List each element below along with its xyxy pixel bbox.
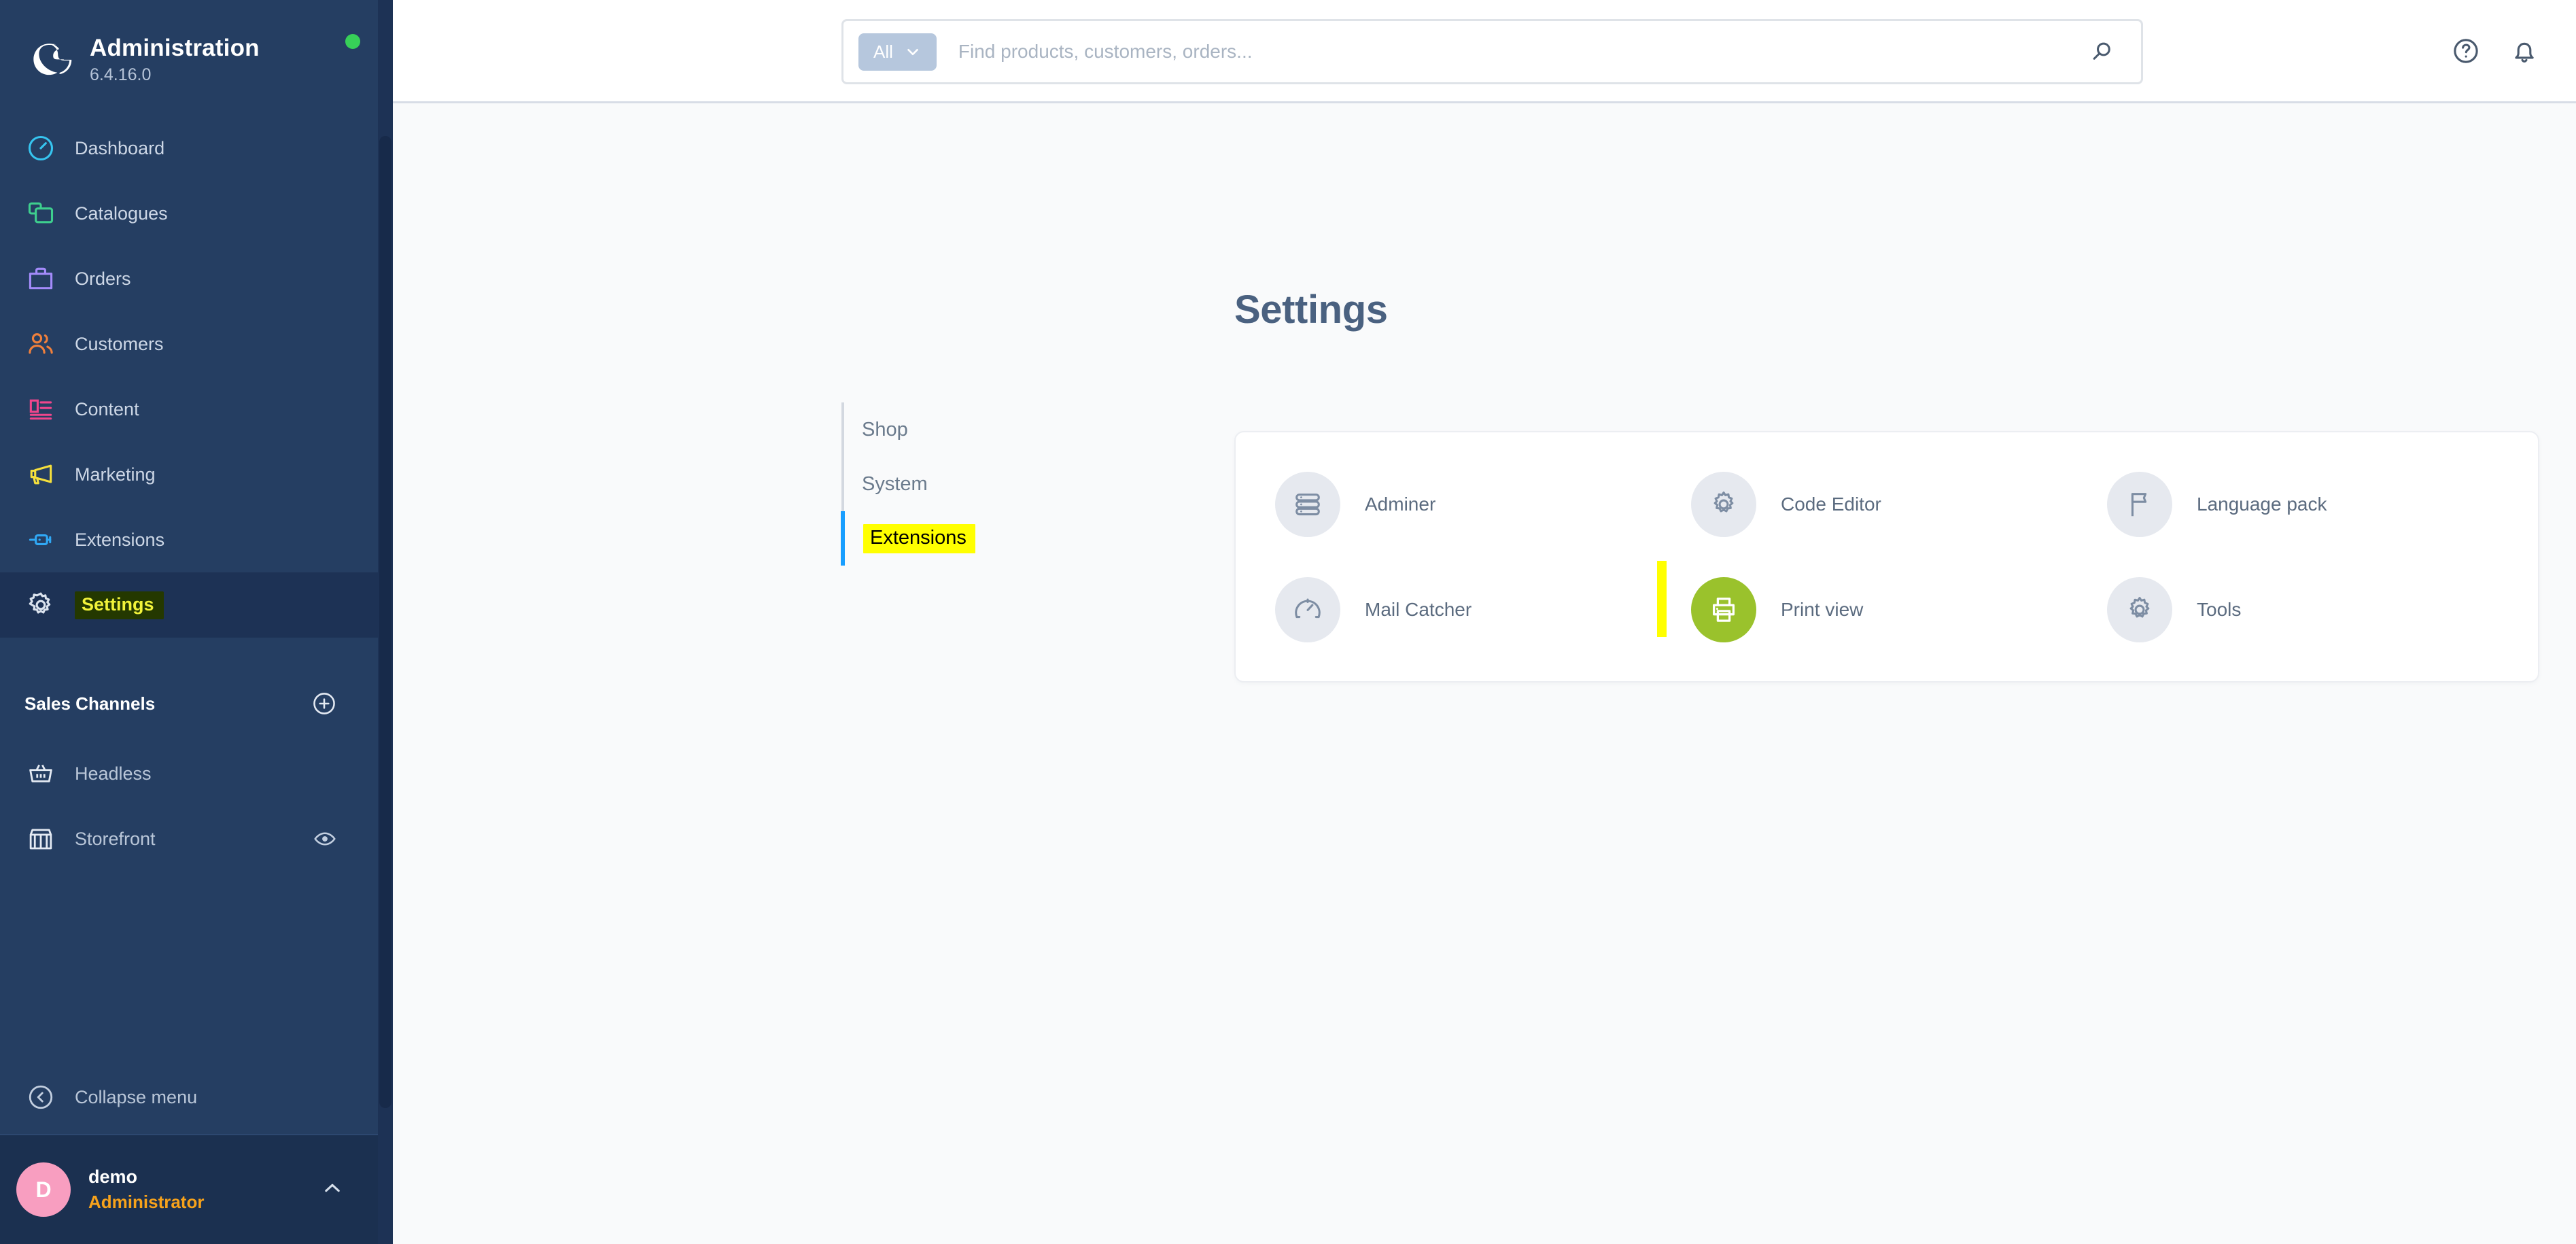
page-title: Settings bbox=[1234, 288, 1388, 332]
catalogues-layers-icon bbox=[24, 197, 57, 230]
tab-label: System bbox=[862, 472, 928, 495]
flag-icon bbox=[2107, 471, 2172, 537]
gauge-icon bbox=[1275, 576, 1340, 642]
green-status-dot bbox=[345, 34, 360, 49]
settings-tabs: Shop System Extensions bbox=[841, 402, 1154, 566]
sidebar-item-settings[interactable]: Settings bbox=[0, 572, 393, 638]
module-mail-catcher[interactable]: Mail Catcher bbox=[1263, 557, 1679, 662]
gear-icon bbox=[1691, 471, 1756, 537]
sidebar-scrollbar-track[interactable] bbox=[378, 0, 393, 1244]
orders-bag-icon bbox=[24, 262, 57, 295]
plus-circle-icon[interactable] bbox=[311, 691, 337, 716]
search-scope-selector[interactable]: All bbox=[858, 33, 937, 71]
topbar: All bbox=[393, 0, 2576, 103]
sidebar-main-nav: Dashboard Catalogues Orders Customers Co… bbox=[0, 116, 393, 638]
sidebar-brand-version: 6.4.16.0 bbox=[90, 65, 152, 84]
search-icon[interactable] bbox=[2073, 39, 2131, 65]
database-stack-icon bbox=[1275, 471, 1340, 537]
module-code-editor[interactable]: Code Editor bbox=[1679, 451, 2095, 557]
module-label: Print view bbox=[1781, 598, 1864, 620]
main-area: All Find products, customers, orders... … bbox=[393, 0, 2576, 1244]
printer-icon bbox=[1691, 576, 1756, 642]
sidebar-item-label: Marketing bbox=[75, 464, 156, 485]
help-icon[interactable] bbox=[2451, 36, 2481, 66]
sidebar-item-content[interactable]: Content bbox=[0, 377, 393, 442]
sidebar-brand[interactable]: Administration 6.4.16.0 bbox=[0, 0, 393, 95]
sales-channels-header: Sales Channels bbox=[0, 666, 393, 741]
sidebar-item-marketing[interactable]: Marketing bbox=[0, 442, 393, 507]
module-label: Adminer bbox=[1365, 493, 1436, 515]
topbar-actions bbox=[2451, 36, 2539, 66]
sidebar-item-label: Settings bbox=[75, 591, 164, 619]
collapse-menu-button[interactable]: Collapse menu bbox=[0, 1060, 393, 1135]
sidebar: Administration 6.4.16.0 /* style hook fo… bbox=[0, 0, 393, 1244]
settings-gear-icon bbox=[24, 589, 57, 621]
sidebar-item-catalogues[interactable]: Catalogues bbox=[0, 181, 393, 246]
content-list-icon bbox=[24, 393, 57, 426]
sidebar-channel-storefront[interactable]: Storefront bbox=[0, 806, 393, 871]
tab-extensions[interactable]: Extensions bbox=[841, 511, 1154, 566]
sidebar-item-dashboard[interactable]: Dashboard bbox=[0, 116, 393, 181]
collapse-left-circle-icon bbox=[24, 1081, 57, 1113]
tab-label: Extensions bbox=[863, 523, 975, 553]
sidebar-channel-label: Headless bbox=[75, 763, 152, 784]
extensions-plug-icon bbox=[24, 523, 57, 556]
sidebar-scrollbar-thumb[interactable] bbox=[379, 136, 391, 1108]
module-language-pack[interactable]: Language pack bbox=[2095, 451, 2511, 557]
module-tools[interactable]: Tools bbox=[2095, 557, 2511, 662]
sidebar-item-customers[interactable]: Customers bbox=[0, 311, 393, 377]
sidebar-item-label: Customers bbox=[75, 333, 164, 354]
user-role: Administrator bbox=[88, 1192, 205, 1212]
module-label: Language pack bbox=[2197, 493, 2327, 515]
tab-system[interactable]: System bbox=[844, 457, 1154, 511]
global-search: All bbox=[841, 19, 2143, 84]
modules-grid: Adminer Code Editor Language pack Mail C… bbox=[1236, 432, 2538, 681]
chevron-down-icon bbox=[907, 48, 918, 56]
storefront-icon bbox=[24, 823, 57, 855]
highlight-marker bbox=[1657, 561, 1667, 637]
sales-channels-heading: Sales Channels bbox=[24, 693, 156, 714]
admin-app: Administration 6.4.16.0 /* style hook fo… bbox=[0, 0, 2576, 1244]
marketing-megaphone-icon bbox=[24, 458, 57, 491]
module-label: Tools bbox=[2197, 598, 2242, 620]
customers-people-icon bbox=[24, 328, 57, 360]
sidebar-item-label: Dashboard bbox=[75, 137, 165, 158]
dashboard-gauge-icon bbox=[24, 132, 57, 165]
sidebar-item-label: Orders bbox=[75, 268, 131, 289]
module-label: Mail Catcher bbox=[1365, 598, 1472, 620]
avatar: D bbox=[16, 1162, 71, 1217]
sidebar-item-orders[interactable]: Orders bbox=[0, 246, 393, 311]
notifications-icon[interactable] bbox=[2509, 36, 2539, 66]
module-label: Code Editor bbox=[1781, 493, 1881, 515]
sidebar-brand-title: Administration bbox=[90, 35, 260, 61]
sidebar-channel-headless[interactable]: Headless bbox=[0, 741, 393, 806]
page-content: Settings Shop System Extensions Adminer … bbox=[393, 103, 2576, 1244]
sidebar-item-label: Catalogues bbox=[75, 203, 168, 224]
search-input[interactable] bbox=[936, 41, 2073, 63]
sidebar-item-label: Content bbox=[75, 398, 139, 419]
gear-icon bbox=[2107, 576, 2172, 642]
sidebar-channel-label: Storefront bbox=[75, 828, 156, 849]
user-menu-button[interactable]: D demo Administrator bbox=[0, 1135, 393, 1244]
collapse-menu-label: Collapse menu bbox=[75, 1086, 198, 1107]
module-adminer[interactable]: Adminer bbox=[1263, 451, 1679, 557]
module-print-view[interactable]: Print view bbox=[1657, 557, 2095, 662]
tab-label: Shop bbox=[862, 418, 908, 440]
basket-icon bbox=[24, 757, 57, 790]
extensions-modules-card: Adminer Code Editor Language pack Mail C… bbox=[1234, 431, 2539, 683]
sidebar-item-extensions[interactable]: Extensions bbox=[0, 507, 393, 572]
search-scope-label: All bbox=[873, 41, 893, 62]
eye-icon[interactable] bbox=[313, 827, 337, 851]
shopware-logo bbox=[33, 43, 72, 75]
chevron-up-icon bbox=[321, 1177, 344, 1203]
user-name: demo bbox=[88, 1167, 138, 1187]
sidebar-item-label: Extensions bbox=[75, 529, 165, 550]
tab-shop[interactable]: Shop bbox=[844, 402, 1154, 457]
